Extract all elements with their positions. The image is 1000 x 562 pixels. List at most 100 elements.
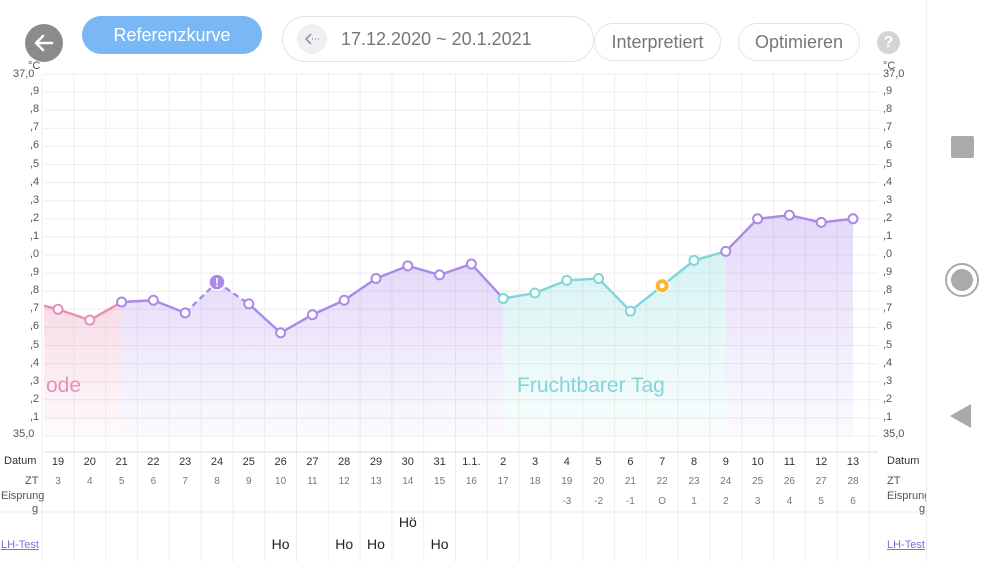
date-tick-label: 23 — [179, 456, 191, 468]
ovulation-offset-label: -2 — [594, 496, 603, 507]
cycle-day-label: 27 — [816, 476, 828, 487]
ovulation-icon — [659, 283, 665, 289]
date-tick-label: 2 — [500, 456, 506, 468]
cycle-day-label-left: ZT — [25, 475, 39, 487]
ovulation-offset-label: 3 — [755, 496, 761, 507]
data-point — [275, 327, 287, 339]
data-point — [497, 292, 509, 304]
ovulation-label-left-wrap: g — [32, 503, 39, 515]
home-icon[interactable] — [945, 263, 979, 297]
nav-back-icon[interactable] — [950, 404, 971, 428]
date-tick-label: 27 — [306, 456, 318, 468]
data-point — [52, 303, 64, 315]
date-tick-label: 24 — [211, 456, 223, 468]
data-point — [847, 213, 859, 225]
ovulation-offset-label: 4 — [787, 496, 793, 507]
cycle-day-label: 28 — [847, 476, 859, 487]
lh-test-link-left[interactable]: LH-Test — [1, 539, 39, 551]
date-tick-label: 8 — [691, 456, 697, 468]
lh-test-result: Ho — [335, 536, 353, 552]
lh-test-result: Ho — [431, 536, 449, 552]
data-point — [688, 254, 700, 266]
ovulation-offset-label: 6 — [850, 496, 856, 507]
cycle-day-label: 25 — [752, 476, 764, 487]
ovulation-offset-label: -3 — [562, 496, 571, 507]
fertile-phase-label: Fruchtbarer Tag — [517, 374, 665, 397]
cycle-day-label: 13 — [370, 476, 382, 487]
date-tick-label: 31 — [433, 456, 445, 468]
data-point — [243, 298, 255, 310]
ovulation-label-right-wrap: g — [919, 503, 926, 515]
data-point — [434, 269, 446, 281]
ovulation-label-right: Eisprung — [887, 490, 926, 502]
data-point — [720, 245, 732, 257]
cycle-day-label: 8 — [214, 476, 220, 487]
cycle-day-label: 18 — [529, 476, 541, 487]
cycle-day-label: 14 — [402, 476, 414, 487]
cycle-day-label: 10 — [275, 476, 287, 487]
phase-area-post — [725, 215, 853, 436]
date-tick-label: 12 — [815, 456, 827, 468]
data-point — [306, 309, 318, 321]
data-point — [402, 260, 414, 272]
cycle-day-label: 12 — [339, 476, 351, 487]
date-tick-label: 20 — [84, 456, 96, 468]
data-point — [624, 305, 636, 317]
date-tick-label: 10 — [751, 456, 763, 468]
cycle-day-label: 26 — [784, 476, 796, 487]
cycle-day-label: 16 — [466, 476, 478, 487]
date-tick-label: 9 — [723, 456, 729, 468]
cycle-day-label: 15 — [434, 476, 446, 487]
date-tick-label: 26 — [274, 456, 286, 468]
cycle-day-label: 4 — [87, 476, 93, 487]
date-tick-label: 29 — [370, 456, 382, 468]
data-point — [593, 273, 605, 285]
temperature-chart: !193204215226237248259261027112812291330… — [0, 73, 926, 562]
lh-test-link-right[interactable]: LH-Test — [887, 539, 925, 551]
recent-apps-icon[interactable] — [951, 136, 974, 158]
phase-area-period — [44, 302, 122, 436]
cycle-day-label: 24 — [720, 476, 732, 487]
data-point — [783, 209, 795, 221]
date-tick-label: 11 — [784, 456, 795, 468]
data-point — [179, 307, 191, 319]
lh-test-result: Hö — [399, 514, 417, 530]
date-tick-label: 7 — [659, 456, 665, 468]
cycle-day-label: 6 — [151, 476, 157, 487]
lh-test-result: Ho — [367, 536, 385, 552]
date-tick-label: 3 — [532, 456, 538, 468]
date-tick-label: 22 — [147, 456, 159, 468]
data-point — [465, 258, 477, 270]
cycle-day-label: 22 — [657, 476, 669, 487]
date-tick-label: 4 — [564, 456, 570, 468]
ovulation-offset-label: 1 — [691, 496, 697, 507]
warning-icon: ! — [215, 276, 219, 290]
date-tick-label: 5 — [596, 456, 602, 468]
cycle-day-label: 19 — [561, 476, 573, 487]
data-point — [116, 296, 128, 308]
lh-test-result: Ho — [272, 536, 290, 552]
data-point — [338, 294, 350, 306]
cycle-day-label: 7 — [182, 476, 188, 487]
data-point — [752, 213, 764, 225]
cycle-day-label: 17 — [498, 476, 510, 487]
ovulation-offset-label: 5 — [818, 496, 824, 507]
data-point — [370, 273, 382, 285]
ovulation-label-left: Eisprung — [1, 490, 45, 502]
date-tick-label: 1.1. — [462, 456, 480, 468]
cycle-day-label: 21 — [625, 476, 637, 487]
phase-area-luteal — [121, 264, 504, 436]
date-tick-label: 25 — [243, 456, 255, 468]
data-point — [561, 274, 573, 286]
data-point — [84, 314, 96, 326]
date-tick-label: 30 — [402, 456, 414, 468]
date-tick-label: 13 — [847, 456, 859, 468]
data-point — [815, 216, 827, 228]
cycle-day-label-right: ZT — [887, 475, 901, 487]
data-point — [147, 294, 159, 306]
ovulation-offset-label: 2 — [723, 496, 729, 507]
period-phase-label: ode — [46, 374, 82, 397]
cycle-day-label: 5 — [119, 476, 125, 487]
data-point — [529, 287, 541, 299]
cycle-day-label: 23 — [688, 476, 700, 487]
